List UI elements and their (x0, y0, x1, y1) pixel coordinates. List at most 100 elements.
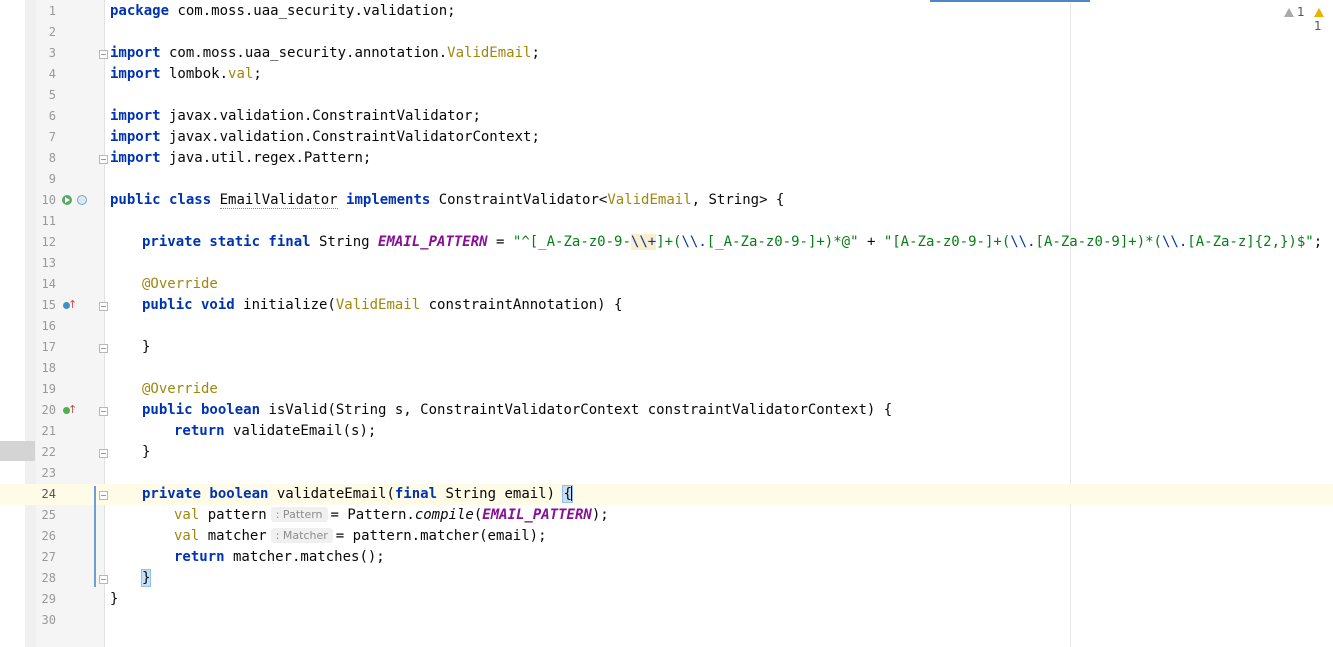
keyword: import (110, 129, 161, 145)
code-line[interactable]: 4 import lombok.val; (0, 64, 1333, 85)
code-line[interactable]: 14 @Override (0, 274, 1333, 295)
code-text: lombok. (160, 66, 229, 82)
code-line[interactable]: 28 } (0, 568, 1333, 589)
line-number: 20 (41, 403, 56, 417)
code-line[interactable]: 2 (0, 22, 1333, 43)
class-name[interactable]: EmailValidator (219, 192, 338, 209)
code-text: java.util.regex.Pattern; (160, 150, 372, 166)
keyword: import (110, 108, 161, 124)
keyword: private static final (142, 234, 311, 250)
code-text: } (142, 339, 151, 355)
line-number: 22 (41, 445, 56, 459)
code-line[interactable]: 20 ↑ public boolean isValid(String s, Co… (0, 400, 1333, 421)
line-number: 23 (41, 466, 56, 480)
line-number: 9 (48, 172, 56, 186)
line-number: 8 (48, 151, 56, 165)
code-line[interactable]: 18 (0, 358, 1333, 379)
code-line[interactable]: 12 private static final String EMAIL_PAT… (0, 232, 1333, 253)
code-line[interactable]: 7 import javax.validation.ConstraintVali… (0, 127, 1333, 148)
fold-icon[interactable] (99, 449, 108, 458)
code-line[interactable]: 19 @Override (0, 379, 1333, 400)
fold-icon[interactable] (99, 155, 108, 164)
code-line[interactable]: 29 } (0, 589, 1333, 610)
run-icon[interactable] (62, 195, 72, 205)
type-name: val (174, 507, 200, 523)
code-text: isValid(String s, ConstraintValidatorCon… (260, 402, 893, 418)
code-line[interactable]: 26 val matcher: Matcher = pattern.matcher… (0, 526, 1333, 547)
keyword: package (110, 3, 170, 19)
code-text: matcher (199, 528, 267, 544)
string-literal: [A-Za-z]{2,})$" (1187, 234, 1314, 250)
fold-icon[interactable] (99, 407, 108, 416)
code-text: = Pattern. (330, 507, 415, 523)
code-text: ; (1313, 234, 1323, 250)
keyword: public boolean (142, 402, 261, 418)
line-number: 5 (48, 88, 56, 102)
line-number: 27 (41, 550, 56, 564)
override-arrow-icon[interactable]: ↑ (68, 404, 77, 416)
code-text: com.moss.uaa_security.validation; (169, 3, 456, 19)
fold-icon[interactable] (99, 50, 108, 59)
fold-icon[interactable] (99, 491, 108, 500)
line-number: 28 (41, 571, 56, 585)
code-text: validateEmail(s); (224, 423, 377, 439)
line-number: 17 (41, 340, 56, 354)
line-number: 14 (41, 277, 56, 291)
code-text: javax.validation.ConstraintValidator; (160, 108, 481, 124)
code-line[interactable]: 15 ↑ public void initialize(ValidEmail c… (0, 295, 1333, 316)
code-line[interactable]: 27 return matcher.matches(); (0, 547, 1333, 568)
line-number: 6 (48, 109, 56, 123)
code-text: ConstraintValidator< (430, 192, 608, 208)
escape-sequence: \\. (681, 234, 707, 250)
annotation: @Override (142, 381, 218, 397)
line-number: 3 (48, 46, 56, 60)
line-number: 2 (48, 25, 56, 39)
code-line[interactable]: 8 import java.util.regex.Pattern; (0, 148, 1333, 169)
code-line[interactable]: 25 val pattern: Pattern = Pattern.compile… (0, 505, 1333, 526)
type-name: ValidEmail (607, 192, 692, 208)
code-text: matcher.matches(); (224, 549, 385, 565)
method-call: compile (414, 507, 474, 523)
keyword: private boolean (142, 486, 269, 502)
code-line[interactable]: 6 import javax.validation.ConstraintVali… (0, 106, 1333, 127)
bean-icon[interactable] (77, 195, 87, 205)
constant-field: EMAIL_PATTERN (482, 507, 592, 523)
code-text: + (858, 234, 884, 250)
code-line[interactable]: 22 } (0, 442, 1333, 463)
line-number: 7 (48, 130, 56, 144)
type-name: ValidEmail (447, 45, 532, 61)
fold-icon[interactable] (99, 302, 108, 311)
code-line[interactable]: 23 (0, 463, 1333, 484)
code-line[interactable]: 1 package com.moss.uaa_security.validati… (0, 1, 1333, 22)
fold-icon[interactable] (99, 344, 108, 353)
type-hint: : Matcher (270, 528, 333, 543)
keyword: import (110, 150, 161, 166)
code-line[interactable]: 17 } (0, 337, 1333, 358)
code-line[interactable]: 30 (0, 610, 1333, 631)
code-text: ; (253, 66, 262, 82)
type-name: ValidEmail (335, 297, 421, 313)
fold-icon[interactable] (99, 575, 108, 584)
current-code-line[interactable]: 24 private boolean validateEmail(final S… (0, 484, 1333, 505)
escape-sequence: \\. (1161, 234, 1188, 250)
type-name: val (228, 66, 254, 82)
escape-sequence: \\. (1010, 234, 1036, 250)
line-number: 30 (41, 613, 56, 627)
override-arrow-icon[interactable]: ↑ (68, 299, 77, 311)
line-number: 26 (41, 529, 56, 543)
code-line[interactable]: 3 import com.moss.uaa_security.annotatio… (0, 43, 1333, 64)
code-text: validateEmail( (268, 486, 395, 502)
code-line[interactable]: 21 return validateEmail(s); (0, 421, 1333, 442)
line-number: 4 (48, 67, 56, 81)
code-line[interactable]: 5 (0, 85, 1333, 106)
code-text: com.moss.uaa_security.annotation. (160, 45, 448, 61)
code-line[interactable]: 11 (0, 211, 1333, 232)
keyword: public void (142, 297, 235, 313)
code-line[interactable]: 10 public class EmailValidator implement… (0, 190, 1333, 211)
code-line[interactable]: 16 (0, 316, 1333, 337)
keyword: import (110, 45, 161, 61)
line-number: 10 (41, 193, 56, 207)
vcs-change-marker[interactable] (94, 486, 96, 587)
code-line[interactable]: 13 (0, 253, 1333, 274)
code-line[interactable]: 9 (0, 169, 1333, 190)
